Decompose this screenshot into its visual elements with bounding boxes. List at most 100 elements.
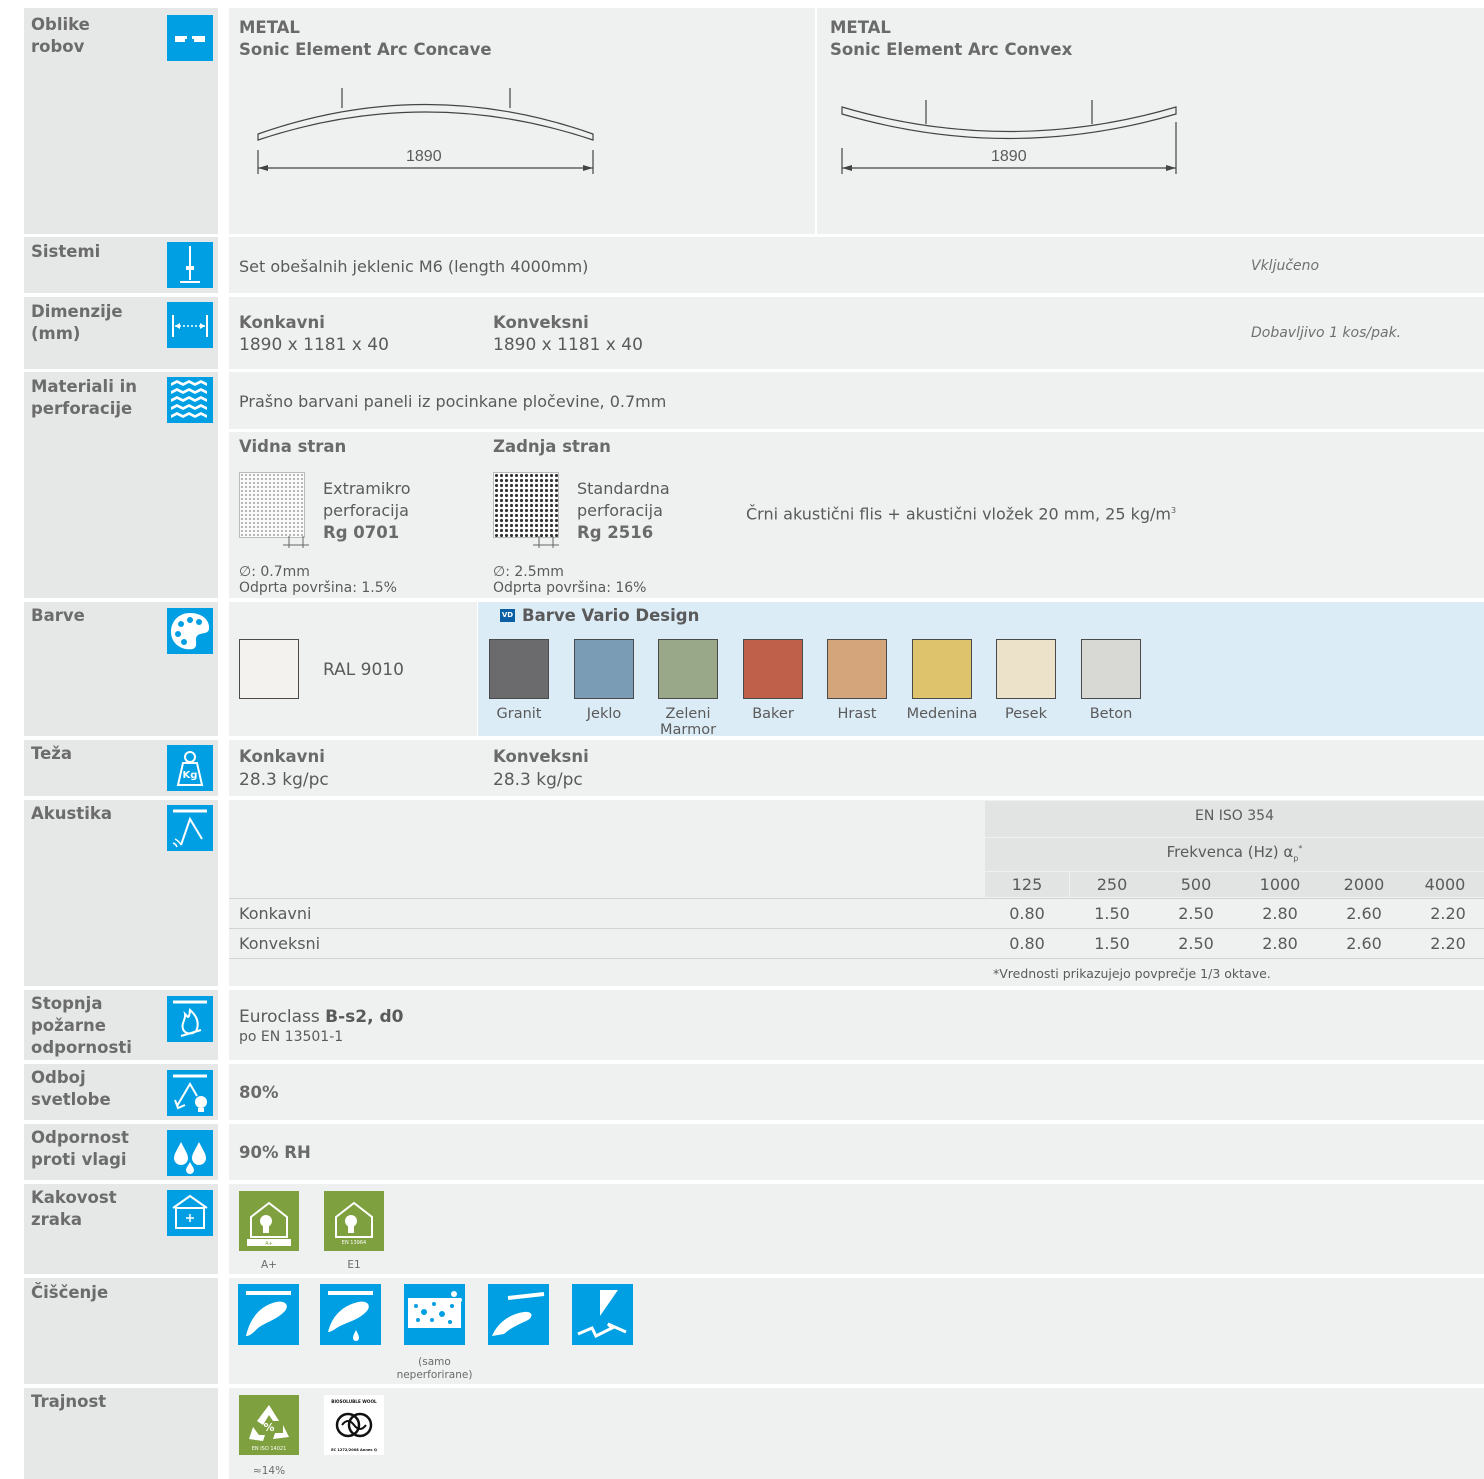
materials-text: Prašno barvani paneli iz pocinkane ploče… (239, 392, 667, 411)
hand-wipe-cleaning-icon (488, 1284, 549, 1345)
color-standard-name: RAL 9010 (323, 660, 404, 680)
fleece-unit-sup: 3 (1171, 506, 1177, 515)
back-perforation-line1: Standardna (577, 479, 670, 498)
systems-note: Vključeno (1251, 258, 1320, 274)
label-edge-shapes: Oblike robov (31, 15, 90, 56)
freq-label-text: Frekvenca (Hz) α (1166, 843, 1294, 861)
cleaning-note-line1: (samo (418, 1356, 451, 1368)
acoustic-value: 2.20 (1430, 904, 1466, 923)
vario-color-label: Pesek (1004, 706, 1048, 722)
air-badge-1-text: A+ (265, 1241, 273, 1247)
label-colors: Barve (31, 606, 85, 625)
freq-label-sub: p (1293, 854, 1299, 863)
convex-material: METAL (830, 18, 891, 37)
dim-concave-title: Konkavni (239, 313, 325, 332)
suspension-rod-icon (167, 242, 213, 288)
label-acoustics: Akustika (31, 804, 112, 823)
fleece-text-main: Črni akustični flis + akustični vložek 2… (746, 504, 1171, 524)
weight-concave-value: 28.3 kg/pc (239, 770, 329, 790)
front-open-area: Odprta površina: 1.5% (239, 580, 397, 596)
label-humidity: Odpornost proti vlagi (31, 1128, 129, 1169)
freq-header-500: 500 (1154, 872, 1238, 897)
acoustic-value: 2.80 (1262, 904, 1298, 923)
freq-header-2000: 2000 (1322, 872, 1406, 897)
vario-color-label: Medenina (906, 706, 978, 722)
freq-header-250: 250 (1070, 872, 1154, 897)
svg-text:Kg: Kg (183, 770, 198, 781)
dim-convex-value: 1890 x 1181 x 40 (493, 335, 643, 355)
acoustic-standard: EN ISO 354 (1195, 808, 1274, 824)
back-perforation-line2: perforacija (577, 501, 663, 520)
freq-header-125: 125 (985, 872, 1069, 897)
fire-class-value: B-s2, d0 (325, 1007, 404, 1027)
biosoluble-wool-badge: BIOSOLUBLE WOOL EC 1272/2008 Annex Q (324, 1395, 384, 1455)
air-badge-2-text: EN 13964 (342, 1240, 366, 1246)
vario-color-swatch[interactable] (489, 639, 549, 699)
vario-color-label: Jeklo (586, 706, 622, 722)
light-reflection-icon (167, 1070, 213, 1116)
fleece-text: Črni akustični flis + akustični vložek 2… (746, 501, 1176, 524)
vario-color-swatch[interactable] (996, 639, 1056, 699)
label-fire-resistance: Stopnja požarne odpornosti (31, 994, 132, 1057)
back-open-area: Odprta površina: 16% (493, 580, 647, 596)
vario-color-swatch[interactable] (743, 639, 803, 699)
systems-text: Set obešalnih jeklenic M6 (length 4000mm… (239, 257, 589, 276)
damp-wipe-cleaning-icon (320, 1284, 381, 1345)
front-perforation-swatch (239, 472, 305, 538)
light-reflection-value: 80% (239, 1083, 279, 1102)
acoustic-value: 2.80 (1262, 934, 1298, 953)
recycle-badge-text: EN ISO 14021 (252, 1446, 287, 1452)
label-air-quality: Kakovost zraka (31, 1188, 117, 1229)
vario-color-swatch[interactable] (912, 639, 972, 699)
vario-color-swatch[interactable] (827, 639, 887, 699)
vario-color-swatch[interactable] (658, 639, 718, 699)
impact-resistance-icon (572, 1284, 633, 1345)
back-perforation-swatch (493, 472, 559, 538)
acoustic-frequency-label: Frekvenca (Hz) αp* (985, 843, 1484, 863)
back-diameter: ∅: 2.5mm (493, 564, 564, 580)
acoustic-value: 2.20 (1430, 934, 1466, 953)
back-side-title: Zadnja stran (493, 437, 611, 456)
label-systems: Sistemi (31, 242, 101, 261)
front-perforation-scale-icon (283, 536, 309, 548)
fire-class: Euroclass B-s2, d0 (239, 1007, 403, 1027)
front-perforation-code: Rg 0701 (323, 523, 400, 542)
acoustic-value: 2.60 (1346, 934, 1382, 953)
cleaning-note-line2: neperforirane) (396, 1369, 473, 1381)
air-quality-e1-caption: E1 (347, 1259, 361, 1271)
convex-name: Sonic Element Arc Convex (830, 40, 1073, 59)
convex-dimension: 1890 (991, 148, 1027, 165)
vario-design-title: Barve Vario Design (522, 606, 700, 625)
acoustic-value: 1.50 (1094, 904, 1130, 923)
concave-material: METAL (239, 18, 300, 37)
wool-badge-top: BIOSOLUBLE WOOL (331, 1399, 377, 1404)
recycled-content-badge: % EN ISO 14021 (239, 1395, 299, 1455)
freq-label-sup: * (1298, 844, 1303, 853)
label-weight: Teža (31, 744, 72, 763)
acoustic-value: 0.80 (1009, 904, 1045, 923)
fire-norm: po EN 13501-1 (239, 1029, 344, 1045)
color-swatch-ral-9010[interactable] (239, 639, 299, 699)
acoustic-value: 2.50 (1178, 934, 1214, 953)
front-side-title: Vidna stran (239, 437, 347, 456)
label-cleaning: Čiščenje (31, 1283, 109, 1302)
label-light-reflection: Odboj svetlobe (31, 1068, 111, 1109)
water-drops-icon (167, 1130, 213, 1176)
acoustic-row-label: Konkavni (239, 904, 312, 923)
acoustic-footnote: *Vrednosti prikazujejo povprečje 1/3 okt… (993, 966, 1271, 981)
sound-absorption-icon (167, 805, 213, 851)
weight-concave-title: Konkavni (239, 747, 325, 766)
air-quality-a-plus-caption: A+ (261, 1259, 277, 1271)
freq-header-4000: 4000 (1406, 872, 1484, 897)
vario-color-swatch[interactable] (1081, 639, 1141, 699)
dim-note: Dobavljivo 1 kos/pak. (1251, 325, 1402, 341)
recycled-content-caption: ≈14% (252, 1465, 286, 1477)
humidity-value: 90% RH (239, 1143, 311, 1162)
front-diameter: ∅: 0.7mm (239, 564, 310, 580)
vario-color-swatch[interactable] (574, 639, 634, 699)
weight-kg-icon: Kg (167, 745, 213, 791)
wool-badge-bottom: EC 1272/2008 Annex Q (331, 1448, 377, 1452)
concave-dimension: 1890 (406, 148, 442, 165)
vario-color-label: Baker (752, 706, 794, 722)
indoor-air-icon (167, 1190, 213, 1236)
